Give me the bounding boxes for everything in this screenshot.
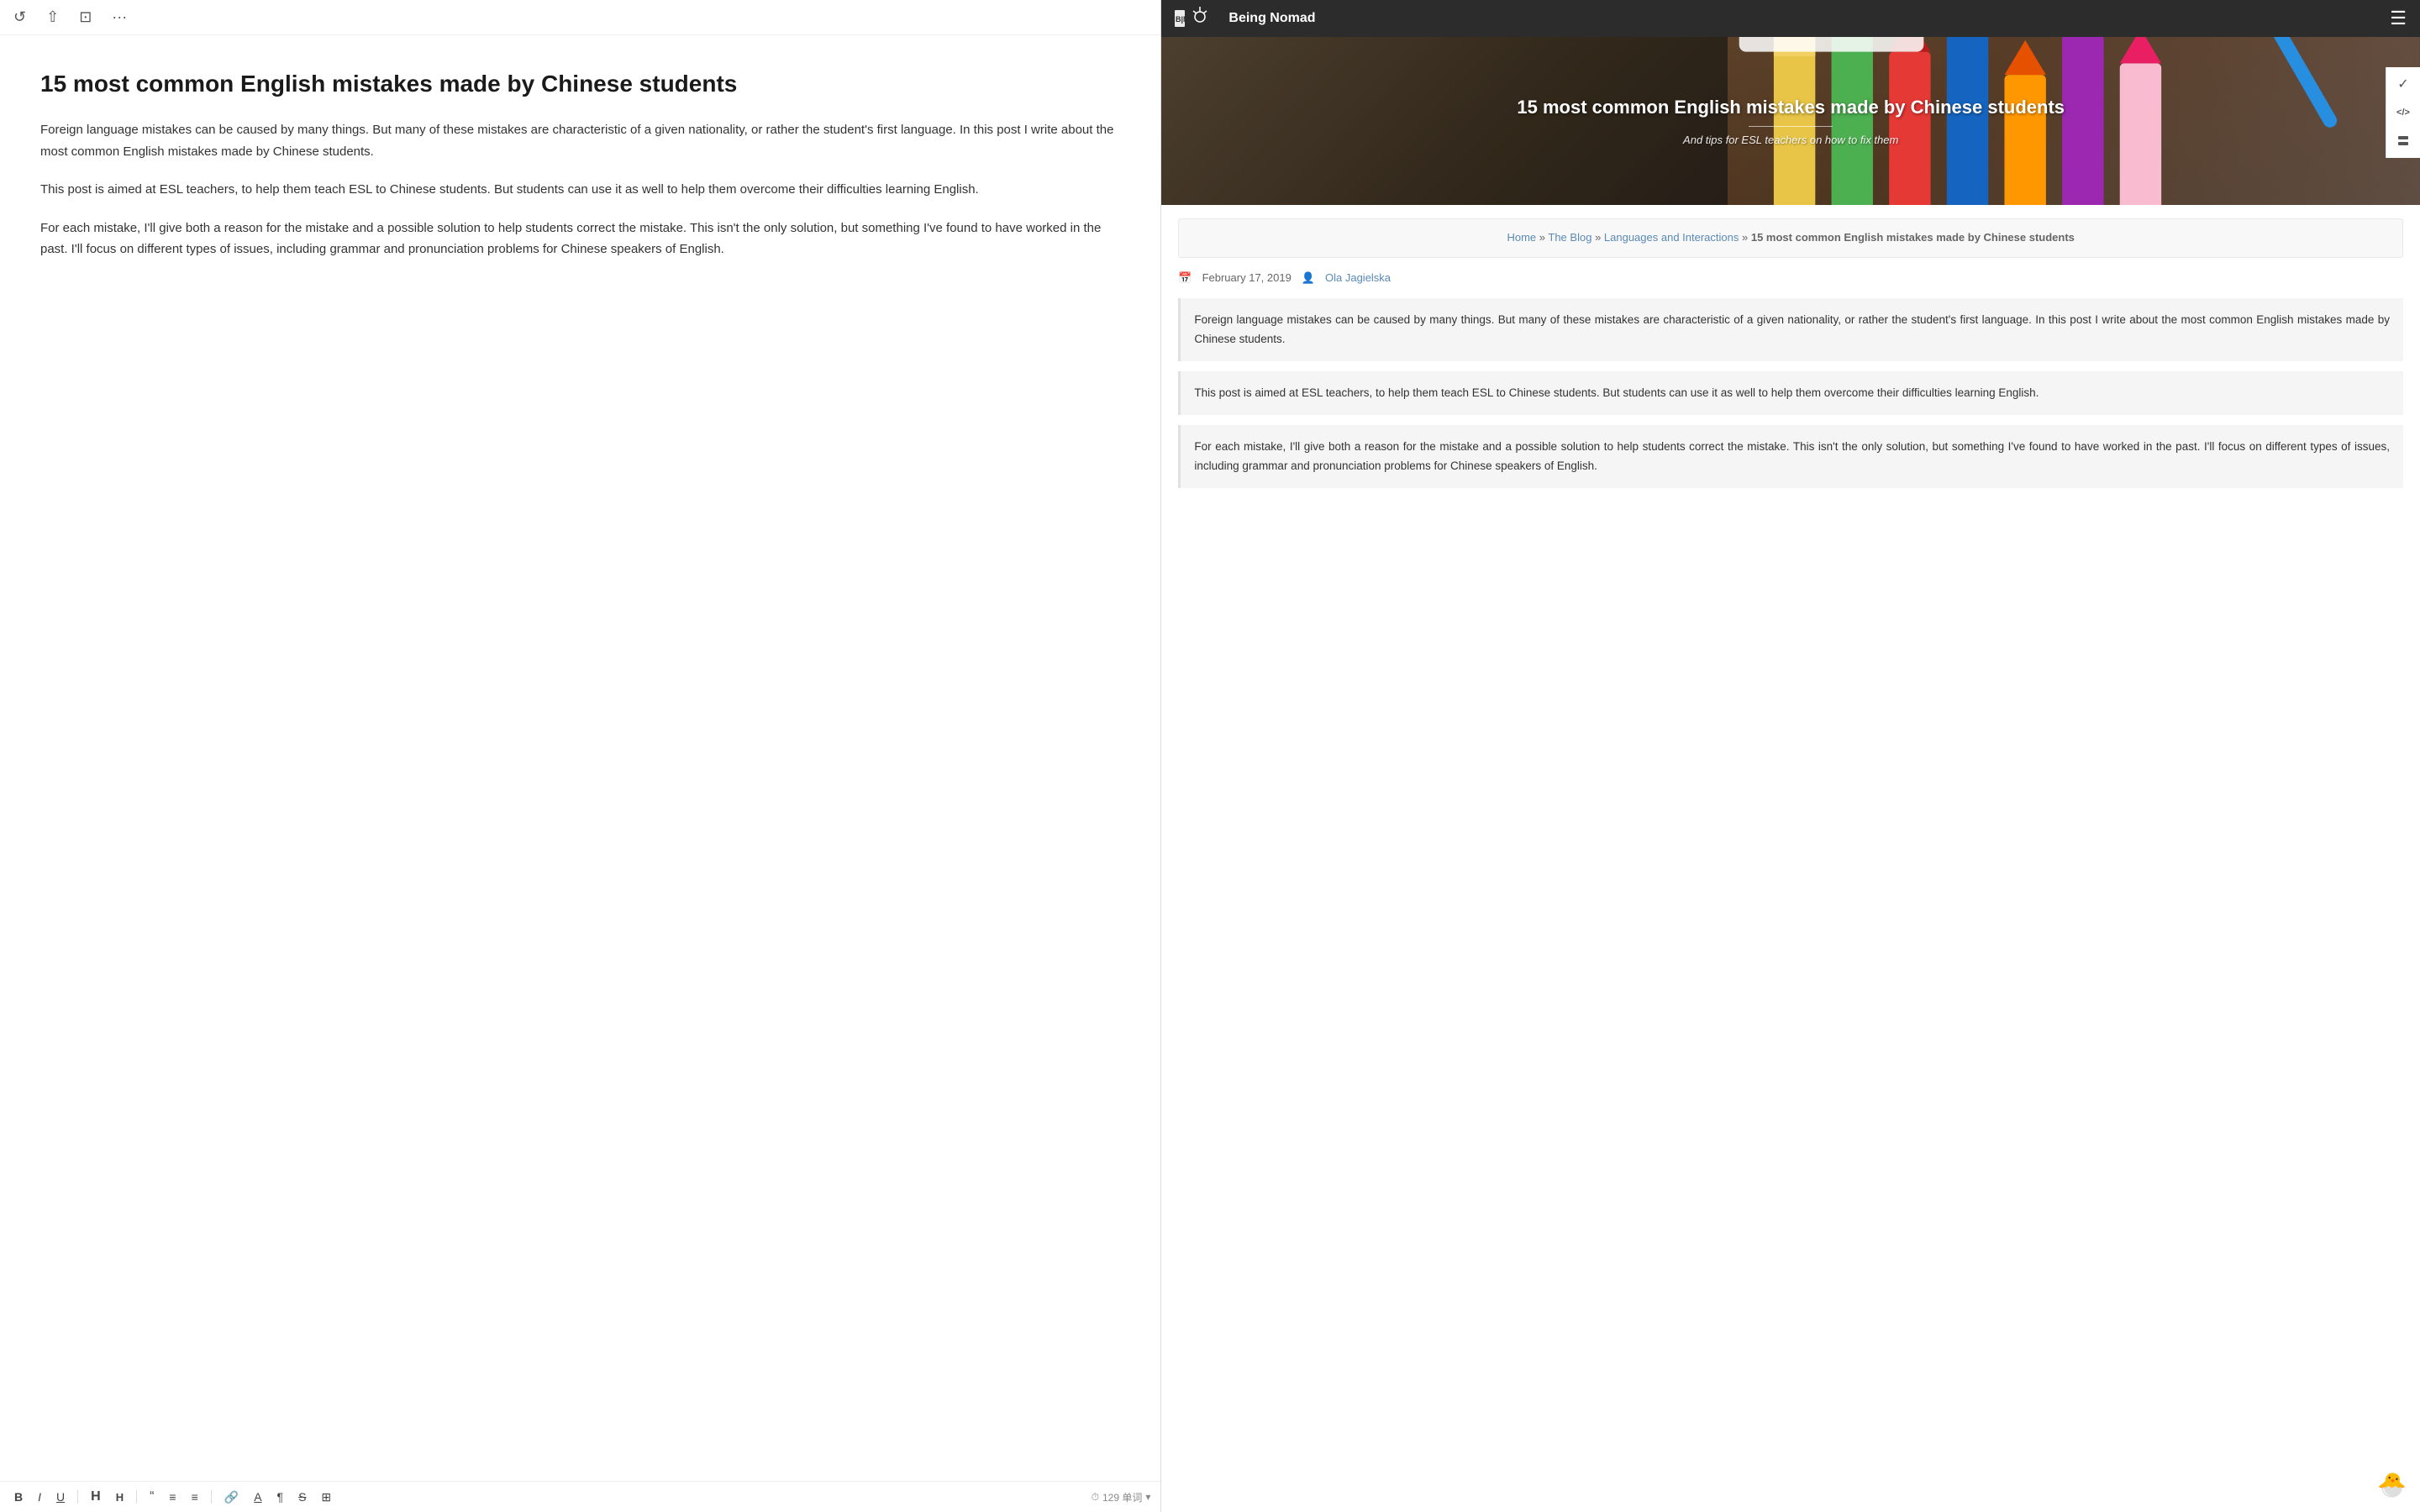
article-meta: 📅 February 17, 2019 👤 Ola Jagielska: [1178, 271, 2403, 285]
svg-text:B|N: B|N: [1176, 15, 1189, 24]
italic-button[interactable]: I: [34, 1488, 45, 1506]
logo-text: Being Nomad: [1228, 11, 1315, 26]
bottom-emoji[interactable]: 🐣: [2377, 1471, 2407, 1499]
editor-content-area[interactable]: 15 most common English mistakes made by …: [0, 35, 1160, 1481]
refresh-button[interactable]: ↺: [10, 7, 29, 28]
article-title: 15 most common English mistakes made by …: [40, 69, 1120, 99]
logo-icon: B|N: [1175, 7, 1225, 30]
article-paragraph-3: For each mistake, I'll give both a reaso…: [1178, 425, 2403, 488]
bold-button[interactable]: B: [10, 1488, 27, 1506]
heading1-button[interactable]: H: [87, 1487, 105, 1507]
hero-title: 15 most common English mistakes made by …: [1517, 96, 2065, 120]
clock-icon: ⏱: [1092, 1491, 1099, 1504]
word-count-chevron[interactable]: ▾: [1145, 1491, 1150, 1503]
code-icon-button[interactable]: </>: [2390, 99, 2417, 126]
editor-body[interactable]: Foreign language mistakes can be caused …: [40, 119, 1120, 260]
toolbar-separator-1: [77, 1490, 78, 1504]
editor-panel: ↺ ⇧ ⊡ ··· 15 most common English mistake…: [0, 0, 1161, 1512]
author-icon: 👤: [1302, 271, 1315, 285]
breadcrumb-home[interactable]: Home: [1507, 231, 1536, 244]
breadcrumb-sep-3: »: [1742, 231, 1751, 244]
list-number-button[interactable]: ≡: [187, 1488, 203, 1506]
breadcrumb-category[interactable]: Languages and Interactions: [1604, 231, 1739, 244]
article-paragraph-2: This post is aimed at ESL teachers, to h…: [1178, 371, 2403, 415]
article-container: Home » The Blog » Languages and Interact…: [1161, 205, 2420, 512]
expand-button[interactable]: ⊡: [76, 7, 95, 28]
hero-section: 15 most common English mistakes made by …: [1161, 37, 2420, 205]
hamburger-menu[interactable]: ☰: [2390, 8, 2407, 29]
toolbar-separator-3: [211, 1490, 212, 1504]
article-paragraph-1: Foreign language mistakes can be caused …: [1178, 298, 2403, 361]
hero-text-block: 15 most common English mistakes made by …: [1483, 96, 2098, 147]
editor-paragraph-3[interactable]: For each mistake, I'll give both a reaso…: [40, 218, 1120, 260]
article-date: February 17, 2019: [1202, 271, 1292, 284]
share-button[interactable]: ⇧: [43, 7, 62, 28]
site-logo[interactable]: B|N Being Nomad: [1175, 7, 1315, 30]
word-count-area: ⏱ 129 单词 ▾: [1092, 1490, 1151, 1504]
hero-subtitle: And tips for ESL teachers on how to fix …: [1517, 134, 2065, 146]
word-count-value: 129 单词: [1102, 1490, 1142, 1504]
editor-paragraph-1[interactable]: Foreign language mistakes can be caused …: [40, 119, 1120, 162]
stack-icon-button[interactable]: [2390, 128, 2417, 155]
calendar-icon: 📅: [1178, 271, 1192, 285]
toolbar-separator-2: [136, 1490, 137, 1504]
strikethrough-button[interactable]: S: [294, 1488, 310, 1506]
breadcrumb-current: 15 most common English mistakes made by …: [1751, 231, 2075, 244]
breadcrumb-sep-1: »: [1539, 231, 1549, 244]
quote-button[interactable]: “: [145, 1487, 158, 1507]
underline-a-button[interactable]: A: [250, 1488, 266, 1506]
more-button[interactable]: ···: [108, 7, 130, 28]
hero-divider: [1749, 126, 1833, 127]
right-sidebar: ✓ </>: [2386, 67, 2420, 158]
browser-content[interactable]: 15 most common English mistakes made by …: [1161, 37, 2420, 1512]
editor-top-toolbar: ↺ ⇧ ⊡ ···: [0, 0, 1160, 35]
para-button[interactable]: ¶: [273, 1488, 288, 1506]
breadcrumb: Home » The Blog » Languages and Interact…: [1178, 218, 2403, 258]
image-button[interactable]: ⊞: [317, 1488, 335, 1507]
heading2-button[interactable]: H: [112, 1488, 128, 1506]
editor-paragraph-2[interactable]: This post is aimed at ESL teachers, to h…: [40, 179, 1120, 201]
link-button[interactable]: 🔗: [220, 1488, 243, 1507]
underline-button[interactable]: U: [52, 1488, 69, 1506]
breadcrumb-blog[interactable]: The Blog: [1548, 231, 1591, 244]
editor-format-toolbar: B I U H H “ ≡ ≡ 🔗 A ¶ S ⊞ ⏱ 129 单词 ▾: [0, 1481, 1160, 1512]
site-nav: B|N Being Nomad ☰: [1161, 0, 2420, 37]
author-link[interactable]: Ola Jagielska: [1325, 271, 1391, 284]
browser-panel: B|N Being Nomad ☰: [1161, 0, 2420, 1512]
check-icon-button[interactable]: ✓: [2390, 71, 2417, 97]
breadcrumb-sep-2: »: [1595, 231, 1604, 244]
list-bullet-button[interactable]: ≡: [165, 1488, 180, 1506]
